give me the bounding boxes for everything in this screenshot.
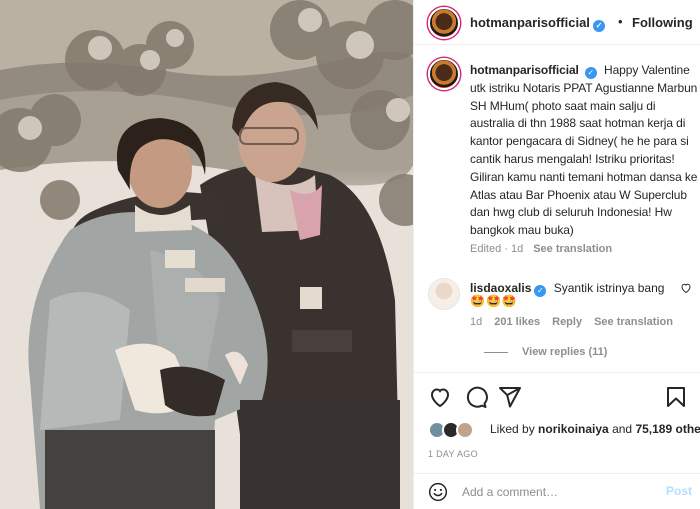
comment-meta: 1d 201 likes Reply See translation xyxy=(470,316,673,328)
commenter-username[interactable]: lisdaoxalis xyxy=(470,281,531,295)
header-separator: • xyxy=(618,14,623,29)
author-avatar[interactable] xyxy=(428,7,460,39)
following-button[interactable]: Following xyxy=(632,15,693,30)
comment-input[interactable] xyxy=(462,483,652,501)
view-replies-label[interactable]: View replies (11) xyxy=(522,346,607,358)
caption-body: Happy Valentine utk istriku Notaris PPAT… xyxy=(470,63,698,238)
verified-badge-icon: ✓ xyxy=(534,285,547,297)
post-actions: Liked by norikoinaiya and 75,189 others … xyxy=(414,372,700,472)
caption-author-avatar[interactable] xyxy=(428,58,460,90)
comment-likes[interactable]: 201 likes xyxy=(494,316,540,328)
likes-others[interactable]: 75,189 others xyxy=(635,422,700,436)
emoji-icon[interactable] xyxy=(428,482,448,502)
comment-see-translation[interactable]: See translation xyxy=(594,316,673,328)
caption-author-username[interactable]: hotmanparisofficial xyxy=(470,63,579,77)
likes-prefix: Liked by xyxy=(490,422,535,436)
liker-avatar[interactable] xyxy=(456,421,474,439)
verified-badge-icon: ✓ xyxy=(584,67,597,79)
post-photo[interactable] xyxy=(0,0,413,509)
photo-illustration xyxy=(0,0,413,509)
comment-reply-button[interactable]: Reply xyxy=(552,316,582,328)
likes-text: Liked by norikoinaiya and 75,189 others xyxy=(490,422,700,436)
caption-text: hotmanparisofficial ✓ Happy Valentine utk… xyxy=(470,62,698,240)
likes-summary: Liked by norikoinaiya and 75,189 others xyxy=(428,419,700,441)
comment-age: 1d xyxy=(470,316,483,328)
post-button[interactable]: Post xyxy=(666,484,692,498)
comment-icon[interactable] xyxy=(464,385,488,409)
likes-suffix: and xyxy=(612,422,633,436)
likes-user[interactable]: norikoinaiya xyxy=(538,422,609,436)
comment-item: lisdaoxalis ✓ Syantik istrinya bang 🤩🤩🤩 1… xyxy=(428,278,696,338)
comment-like-heart-icon[interactable] xyxy=(680,282,692,294)
edited-label: Edited · 1d xyxy=(470,243,524,255)
comment-emoji: 🤩🤩🤩 xyxy=(470,294,518,308)
verified-badge-icon: ✓ xyxy=(592,20,605,32)
post-panel: hotmanparisofficial ✓ • Following hotmanp… xyxy=(413,0,700,509)
caption-see-translation[interactable]: See translation xyxy=(533,243,612,255)
heart-icon[interactable] xyxy=(428,385,452,409)
add-comment-bar: Post xyxy=(414,473,700,509)
view-replies-button[interactable]: View replies (11) xyxy=(484,346,607,358)
post-header: hotmanparisofficial ✓ • Following xyxy=(414,0,700,45)
caption-meta: Edited · 1d See translation xyxy=(470,243,612,255)
bookmark-icon[interactable] xyxy=(664,385,688,409)
comment-body: Syantik istrinya bang xyxy=(553,281,665,295)
author-username[interactable]: hotmanparisofficial ✓ xyxy=(470,15,605,32)
commenter-avatar[interactable] xyxy=(428,278,460,310)
post-date[interactable]: 1 DAY AGO xyxy=(428,449,478,459)
view-replies-line xyxy=(484,351,508,353)
share-icon[interactable] xyxy=(498,385,522,409)
author-username-text[interactable]: hotmanparisofficial xyxy=(470,15,590,30)
